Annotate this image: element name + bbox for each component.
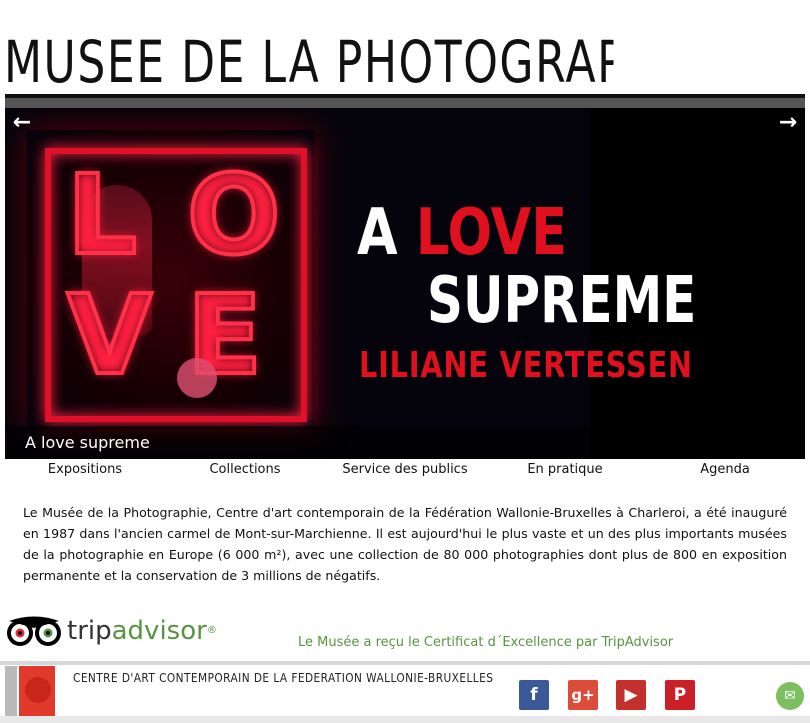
chat-icon[interactable]: ✉	[776, 682, 804, 710]
tripadvisor-owl-icon	[7, 616, 61, 646]
nav-item-en-pratique[interactable]: En pratique	[485, 459, 645, 481]
tripadvisor-certificate-link[interactable]: Le Musée a reçu le Certificat d´Excellen…	[298, 634, 673, 652]
tripadvisor-wordmark: tripadvisor®	[67, 614, 217, 648]
nav-item-agenda[interactable]: Agenda	[645, 459, 805, 481]
slider-next-arrow-icon[interactable]: →	[773, 110, 803, 136]
footer-bottom-bar	[0, 716, 810, 723]
poster-title-line2: SUPREME	[427, 264, 697, 338]
slider-prev-arrow-icon[interactable]: ←	[7, 110, 37, 136]
fwb-logo-stripe	[5, 666, 17, 716]
pinterest-icon[interactable]: P	[665, 680, 695, 710]
tripadvisor-logo[interactable]: tripadvisor®	[5, 612, 217, 650]
nav-item-collections[interactable]: Collections	[165, 459, 325, 481]
main-nav: Expositions Collections Service des publ…	[5, 459, 805, 481]
nav-item-expositions[interactable]: Expositions	[5, 459, 165, 481]
neon-love-artwork: L O V E	[27, 130, 315, 430]
site-title[interactable]: MUSEE DE LA PHOTOGRAPHIE	[4, 30, 614, 94]
slide-caption[interactable]: A love supreme	[5, 426, 805, 459]
fwb-logo-circle	[25, 677, 51, 703]
neon-letter-v: V	[65, 271, 154, 399]
title-bar	[5, 98, 805, 108]
poster-title-line1: A LOVE	[357, 198, 567, 268]
tripadvisor-word-trip: trip	[67, 616, 112, 646]
footer: CENTRE D'ART CONTEMPORAIN DE LA FEDERATI…	[0, 665, 810, 723]
fwb-tagline: CENTRE D'ART CONTEMPORAIN DE LA FEDERATI…	[73, 671, 494, 685]
hero-slider[interactable]: L O V E A LOVE SUPREME LILIANE VERTESSEN…	[5, 108, 805, 459]
teddy-bear	[177, 358, 217, 398]
intro-paragraph: Le Musée de la Photographie, Centre d'ar…	[23, 505, 787, 583]
neon-letter-l: L	[65, 151, 139, 279]
poster-artist-name: LILIANE VERTESSEN	[359, 345, 693, 386]
tripadvisor-word-advisor: advisor	[111, 616, 207, 646]
nav-item-service-des-publics[interactable]: Service des publics	[325, 459, 485, 481]
poster-word-love: LOVE	[415, 196, 568, 270]
fwb-logo[interactable]	[5, 666, 55, 716]
tripadvisor-registered-mark: ®	[206, 625, 217, 636]
facebook-icon[interactable]: f	[519, 680, 549, 710]
youtube-icon[interactable]: ▶	[616, 680, 646, 710]
poster-word-a: A	[357, 196, 398, 270]
google-plus-icon[interactable]: g+	[568, 680, 598, 710]
neon-letter-o: O	[185, 151, 282, 279]
